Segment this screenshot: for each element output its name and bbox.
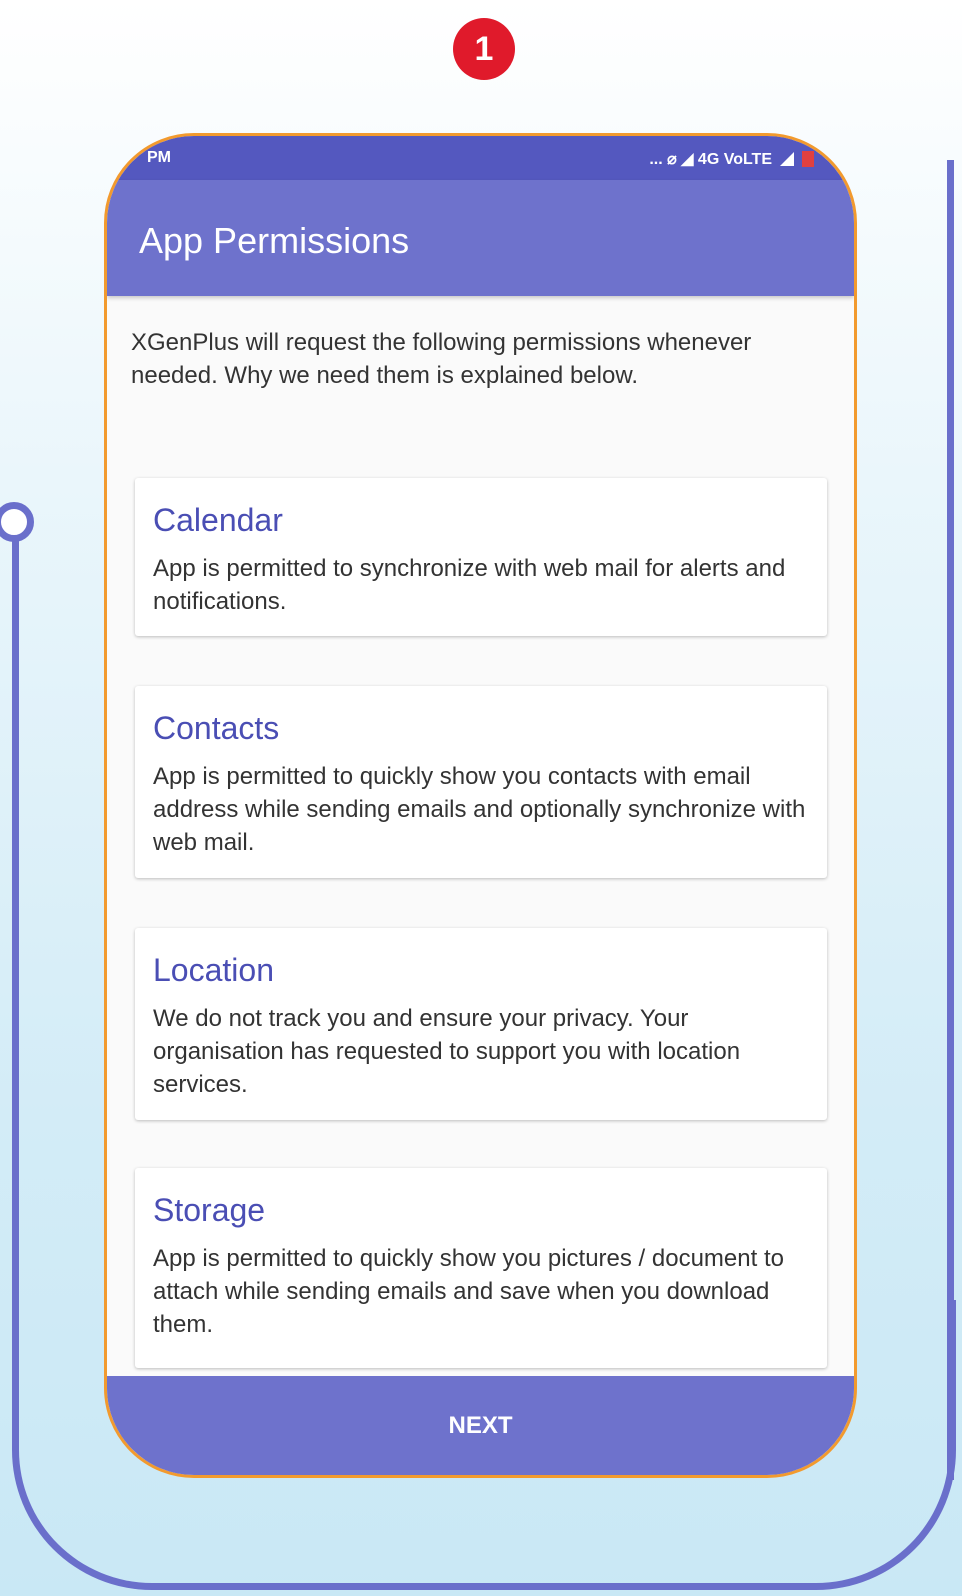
permission-description: App is permitted to quickly show you con… — [153, 763, 806, 856]
status-indicators: ... ⌀ ◢ 4G VoLTE — [649, 149, 814, 169]
phone-screen: PM ... ⌀ ◢ 4G VoLTE App Permissions XGen… — [104, 133, 857, 1478]
permission-description: App is permitted to quickly show you pic… — [153, 1245, 784, 1338]
permission-card-location: Location We do not track you and ensure … — [135, 928, 827, 1120]
permission-description: App is permitted to synchronize with web… — [153, 555, 786, 615]
network-status: ... ⌀ ◢ 4G VoLTE — [649, 151, 772, 168]
page-title: App Permissions — [139, 220, 410, 261]
connector-circle-icon — [0, 502, 34, 542]
battery-icon — [802, 151, 814, 167]
permission-title: Calendar — [153, 502, 283, 538]
permission-title: Location — [153, 952, 274, 988]
permission-title: Contacts — [153, 710, 280, 746]
next-button[interactable]: NEXT — [107, 1376, 854, 1475]
status-bar: PM ... ⌀ ◢ 4G VoLTE — [107, 136, 854, 180]
frame-line-right — [947, 160, 954, 1480]
intro-text: XGenPlus will request the following perm… — [131, 329, 752, 389]
app-bar: App Permissions — [107, 180, 854, 296]
permission-title: Storage — [153, 1192, 266, 1228]
permission-card-storage: Storage App is permitted to quickly show… — [135, 1168, 827, 1368]
permission-description: We do not track you and ensure your priv… — [153, 1005, 741, 1098]
signal-icon — [780, 152, 794, 166]
step-badge: 1 — [453, 18, 515, 80]
bottom-bar: NEXT — [107, 1376, 854, 1475]
status-time: PM — [147, 149, 171, 166]
permission-card-contacts: Contacts App is permitted to quickly sho… — [135, 686, 827, 878]
permission-card-calendar: Calendar App is permitted to synchronize… — [135, 478, 827, 636]
